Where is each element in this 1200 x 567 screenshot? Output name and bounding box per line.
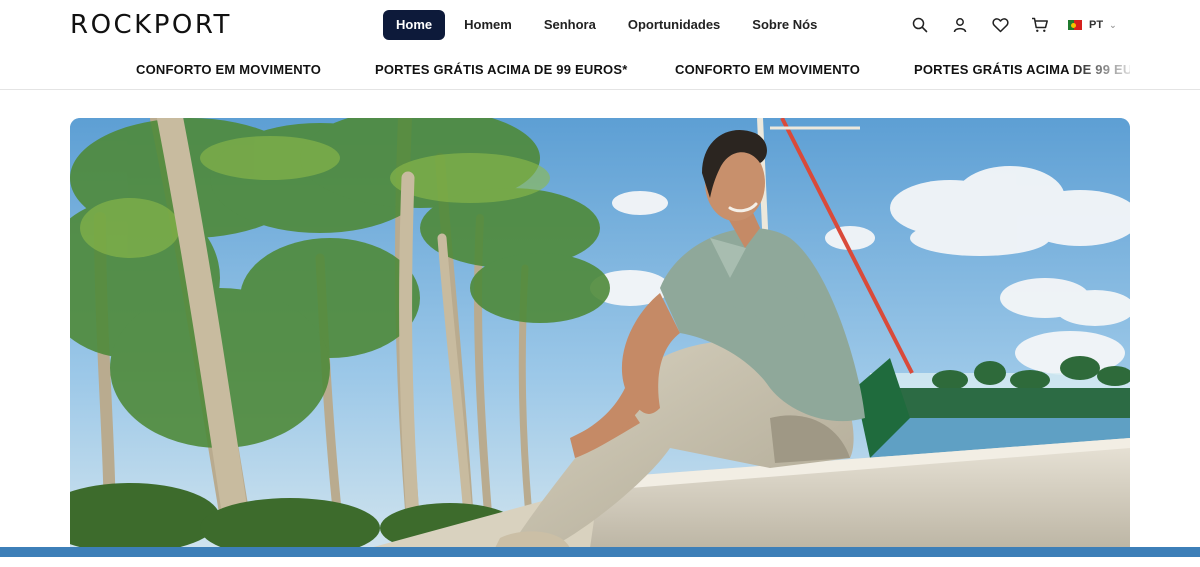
search-icon[interactable]	[900, 12, 940, 38]
header-divider	[0, 89, 1200, 90]
nav-homem[interactable]: Homem	[451, 10, 525, 40]
language-code: PT	[1089, 19, 1104, 31]
site-header: ROCKPORT Home Homem Senhora Oportunidade…	[0, 0, 1200, 50]
language-selector[interactable]: PT ⌄	[1068, 19, 1117, 31]
user-icon[interactable]	[940, 12, 980, 38]
hero-banner[interactable]	[70, 118, 1130, 548]
marquee-item: CONFORTO EM MOVIMENTO	[675, 62, 861, 77]
marquee-item: PORTES GRÁTIS ACIMA DE 99 EUROS*	[375, 62, 628, 77]
nav-home[interactable]: Home	[383, 10, 446, 40]
chevron-down-icon: ⌄	[1109, 19, 1117, 30]
marquee-item: CONFORTO EM MOVIMENTO	[136, 62, 322, 77]
cart-icon[interactable]	[1020, 12, 1060, 38]
rockport-logo[interactable]: ROCKPORT	[70, 10, 232, 40]
promo-marquee: CONFORTO EM MOVIMENTO PORTES GRÁTIS ACIM…	[0, 52, 1130, 88]
bottom-accent-bar	[0, 547, 1200, 557]
hero-image	[70, 118, 1130, 548]
nav-senhora[interactable]: Senhora	[531, 10, 609, 40]
nav-sobre-nos[interactable]: Sobre Nós	[739, 10, 830, 40]
heart-icon[interactable]	[980, 12, 1020, 38]
main-nav: Home Homem Senhora Oportunidades Sobre N…	[383, 10, 836, 40]
nav-oportunidades[interactable]: Oportunidades	[615, 10, 733, 40]
marquee-fade	[1070, 52, 1140, 88]
header-actions: PT ⌄	[900, 12, 1117, 38]
portugal-flag-icon	[1068, 20, 1082, 30]
